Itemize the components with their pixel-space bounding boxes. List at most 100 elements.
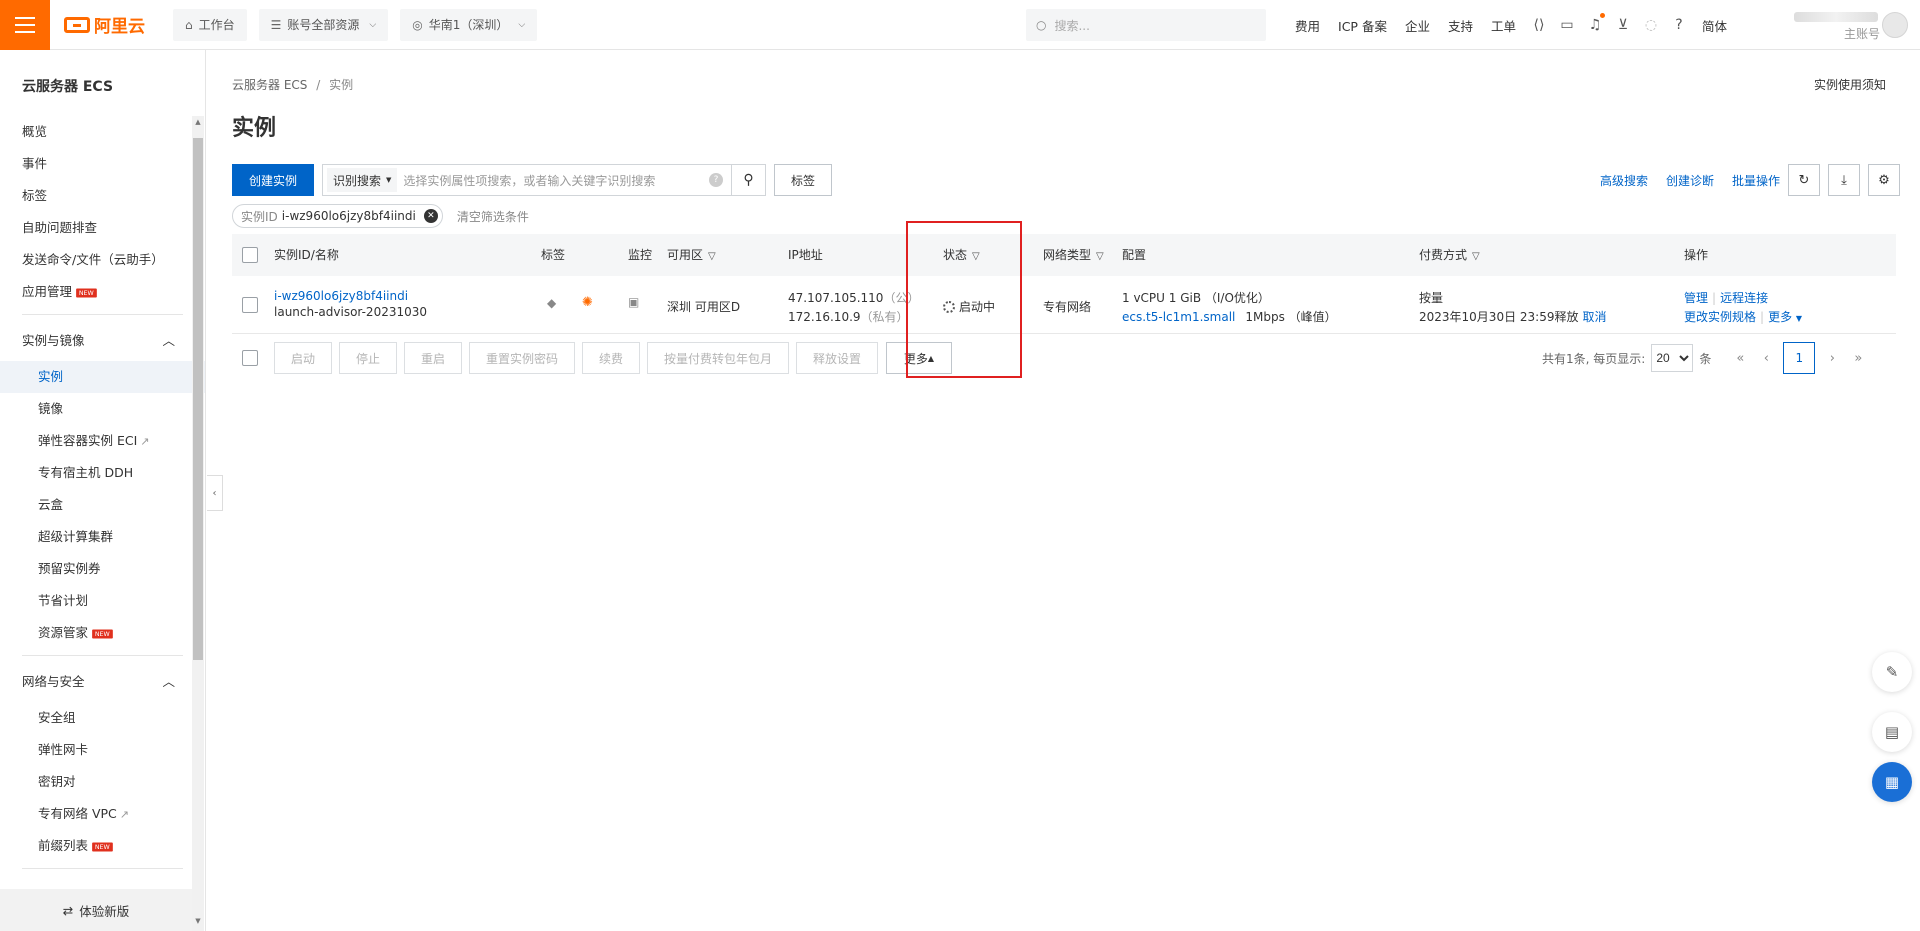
- aliyun-logo[interactable]: 阿里云: [64, 12, 145, 37]
- terminal-icon[interactable]: ▭: [1553, 17, 1581, 33]
- scroll-up-arrow-icon[interactable]: ▲: [193, 118, 203, 130]
- sidebar-item-savings-plan[interactable]: 节省计划: [0, 585, 205, 617]
- export-button[interactable]: ⤓: [1828, 164, 1860, 196]
- sidebar-item-prefix-lists[interactable]: 前缀列表 NEW: [0, 830, 205, 862]
- global-search-input[interactable]: ○ 搜索...: [1026, 9, 1266, 41]
- cart-icon[interactable]: ⊻: [1609, 17, 1637, 33]
- chat-button[interactable]: ▤: [1872, 712, 1912, 752]
- bell-icon[interactable]: ♫: [1581, 13, 1609, 33]
- sidebar-item-cloud-assistant[interactable]: 发送命令/文件（云助手）: [0, 244, 205, 276]
- filter-tag-instance-id[interactable]: 实例ID i-wz960lo6jzy8bf4iindi ✕: [232, 204, 443, 228]
- remote-connect-link[interactable]: 远程连接: [1720, 291, 1768, 305]
- sidebar-item-events[interactable]: 事件: [0, 148, 205, 180]
- region-selector[interactable]: ◎ 华南1（深圳） ⌵: [400, 8, 538, 41]
- sidebar-item-key-pairs[interactable]: 密钥对: [0, 766, 205, 798]
- filter-icon[interactable]: ▽: [1096, 236, 1104, 278]
- restart-button[interactable]: 重启: [404, 342, 462, 374]
- instance-type-link[interactable]: ecs.t5-lc1m1.small: [1122, 310, 1235, 324]
- sidebar-group-network-security[interactable]: 网络与安全 ︿: [0, 662, 205, 702]
- breadcrumb-root[interactable]: 云服务器 ECS: [232, 78, 307, 92]
- col-header-network[interactable]: 网络类型 ▽: [1043, 234, 1104, 278]
- batch-select-checkbox[interactable]: [242, 350, 258, 366]
- first-page-icon[interactable]: «: [1727, 351, 1753, 366]
- help-icon[interactable]: ?: [1665, 17, 1693, 33]
- sidebar-item-eni[interactable]: 弹性网卡: [0, 734, 205, 766]
- scrollbar-thumb[interactable]: [193, 138, 203, 660]
- language-switch[interactable]: 简体: [1702, 16, 1727, 35]
- sidebar-item-instances[interactable]: 实例: [0, 361, 205, 393]
- sidebar-item-resource-steward[interactable]: 资源管家 NEW: [0, 617, 205, 649]
- release-settings-button[interactable]: 释放设置: [796, 342, 878, 374]
- more-actions-link[interactable]: 更多 ▼: [1768, 310, 1802, 324]
- code-icon[interactable]: ⟨⟩: [1525, 17, 1553, 33]
- sidebar-item-troubleshoot[interactable]: 自助问题排查: [0, 212, 205, 244]
- nav-link-ticket[interactable]: 工单: [1491, 16, 1516, 35]
- avatar[interactable]: [1882, 12, 1908, 38]
- try-new-version-button[interactable]: ⇄ 体验新版: [0, 889, 192, 931]
- refresh-button[interactable]: ↻: [1788, 164, 1820, 196]
- close-icon[interactable]: ✕: [423, 209, 438, 223]
- nav-link-icp[interactable]: ICP 备案: [1338, 16, 1387, 35]
- nav-link-support[interactable]: 支持: [1448, 16, 1473, 35]
- reset-password-button[interactable]: 重置实例密码: [469, 342, 575, 374]
- sidebar-item-images[interactable]: 镜像: [0, 393, 205, 425]
- change-spec-link[interactable]: 更改实例规格: [1684, 310, 1756, 324]
- convert-billing-button[interactable]: 按量付费转包年包月: [647, 342, 789, 374]
- filter-icon[interactable]: ▽: [1472, 236, 1480, 278]
- prev-page-icon[interactable]: ‹: [1753, 351, 1779, 366]
- manage-link[interactable]: 管理: [1684, 291, 1708, 305]
- batch-operations-link[interactable]: 批量操作: [1732, 172, 1780, 189]
- apps-button[interactable]: ▦: [1872, 762, 1912, 802]
- col-header-zone[interactable]: 可用区 ▽: [667, 234, 716, 278]
- sidebar-item-eci[interactable]: 弹性容器实例 ECI ↗: [0, 425, 205, 457]
- sidebar-scrollbar[interactable]: ▲ ▼: [192, 116, 204, 931]
- sidebar-item-overview[interactable]: 概览: [0, 116, 205, 148]
- advanced-search-link[interactable]: 高级搜索: [1600, 172, 1648, 189]
- sidebar-item-cloudbox[interactable]: 云盒: [0, 489, 205, 521]
- sidebar-item-app-management[interactable]: 应用管理 NEW: [0, 276, 205, 308]
- account-info[interactable]: 主账号: [1790, 6, 1880, 46]
- current-page[interactable]: 1: [1783, 342, 1816, 374]
- nav-link-enterprise[interactable]: 企业: [1405, 16, 1430, 35]
- lightbulb-icon[interactable]: ◌: [1637, 17, 1665, 33]
- instance-search-input[interactable]: 识别搜索 ▼ 选择实例属性项搜索，或者输入关键字识别搜索 ?: [322, 164, 732, 196]
- cancel-release-link[interactable]: 取消: [1582, 310, 1606, 324]
- monitor-chart-icon[interactable]: ▣: [628, 295, 639, 309]
- scroll-down-arrow-icon[interactable]: ▼: [193, 917, 203, 929]
- instance-notice-link[interactable]: 实例使用须知: [1814, 76, 1886, 93]
- resource-selector[interactable]: ☰ 账号全部资源 ⌵: [258, 8, 389, 41]
- sidebar-item-security-groups[interactable]: 安全组: [0, 702, 205, 734]
- sidebar-item-reserved-instances[interactable]: 预留实例券: [0, 553, 205, 585]
- last-page-icon[interactable]: »: [1845, 351, 1871, 366]
- sidebar-item-scc[interactable]: 超级计算集群: [0, 521, 205, 553]
- create-diagnosis-link[interactable]: 创建诊断: [1666, 172, 1714, 189]
- sidebar-collapse-handle[interactable]: ‹: [207, 475, 223, 511]
- tag-icon[interactable]: ◆: [547, 296, 556, 310]
- col-header-billing[interactable]: 付费方式 ▽: [1419, 234, 1480, 278]
- next-page-icon[interactable]: ›: [1819, 351, 1845, 366]
- settings-button[interactable]: ⚙: [1868, 164, 1900, 196]
- search-button[interactable]: ⚲: [732, 164, 766, 196]
- cloud-monitor-icon[interactable]: ✺: [582, 295, 593, 310]
- stop-button[interactable]: 停止: [339, 342, 397, 374]
- row-checkbox[interactable]: [242, 297, 258, 313]
- hamburger-menu-button[interactable]: [0, 0, 50, 50]
- search-type-dropdown[interactable]: 识别搜索 ▼: [327, 168, 398, 192]
- instance-id-link[interactable]: i-wz960lo6jzy8bf4iindi: [274, 289, 408, 303]
- sidebar-item-tags[interactable]: 标签: [0, 180, 205, 212]
- tag-filter-button[interactable]: 标签: [774, 164, 832, 196]
- clear-filters-link[interactable]: 清空筛选条件: [457, 208, 529, 225]
- help-icon[interactable]: ?: [709, 173, 723, 187]
- start-button[interactable]: 启动: [274, 342, 332, 374]
- feedback-edit-button[interactable]: ✎: [1872, 652, 1912, 692]
- nav-link-billing[interactable]: 费用: [1295, 16, 1320, 35]
- renew-button[interactable]: 续费: [582, 342, 640, 374]
- filter-icon[interactable]: ▽: [708, 236, 716, 278]
- page-size-select[interactable]: 20: [1651, 344, 1694, 372]
- create-instance-button[interactable]: 创建实例: [232, 164, 314, 196]
- sidebar-group-instances-images[interactable]: 实例与镜像 ︿: [0, 321, 205, 361]
- sidebar-item-ddh[interactable]: 专有宿主机 DDH: [0, 457, 205, 489]
- workbench-button[interactable]: ⌂ 工作台: [173, 8, 247, 41]
- select-all-checkbox[interactable]: [242, 247, 258, 263]
- sidebar-item-vpc[interactable]: 专有网络 VPC ↗: [0, 798, 205, 830]
